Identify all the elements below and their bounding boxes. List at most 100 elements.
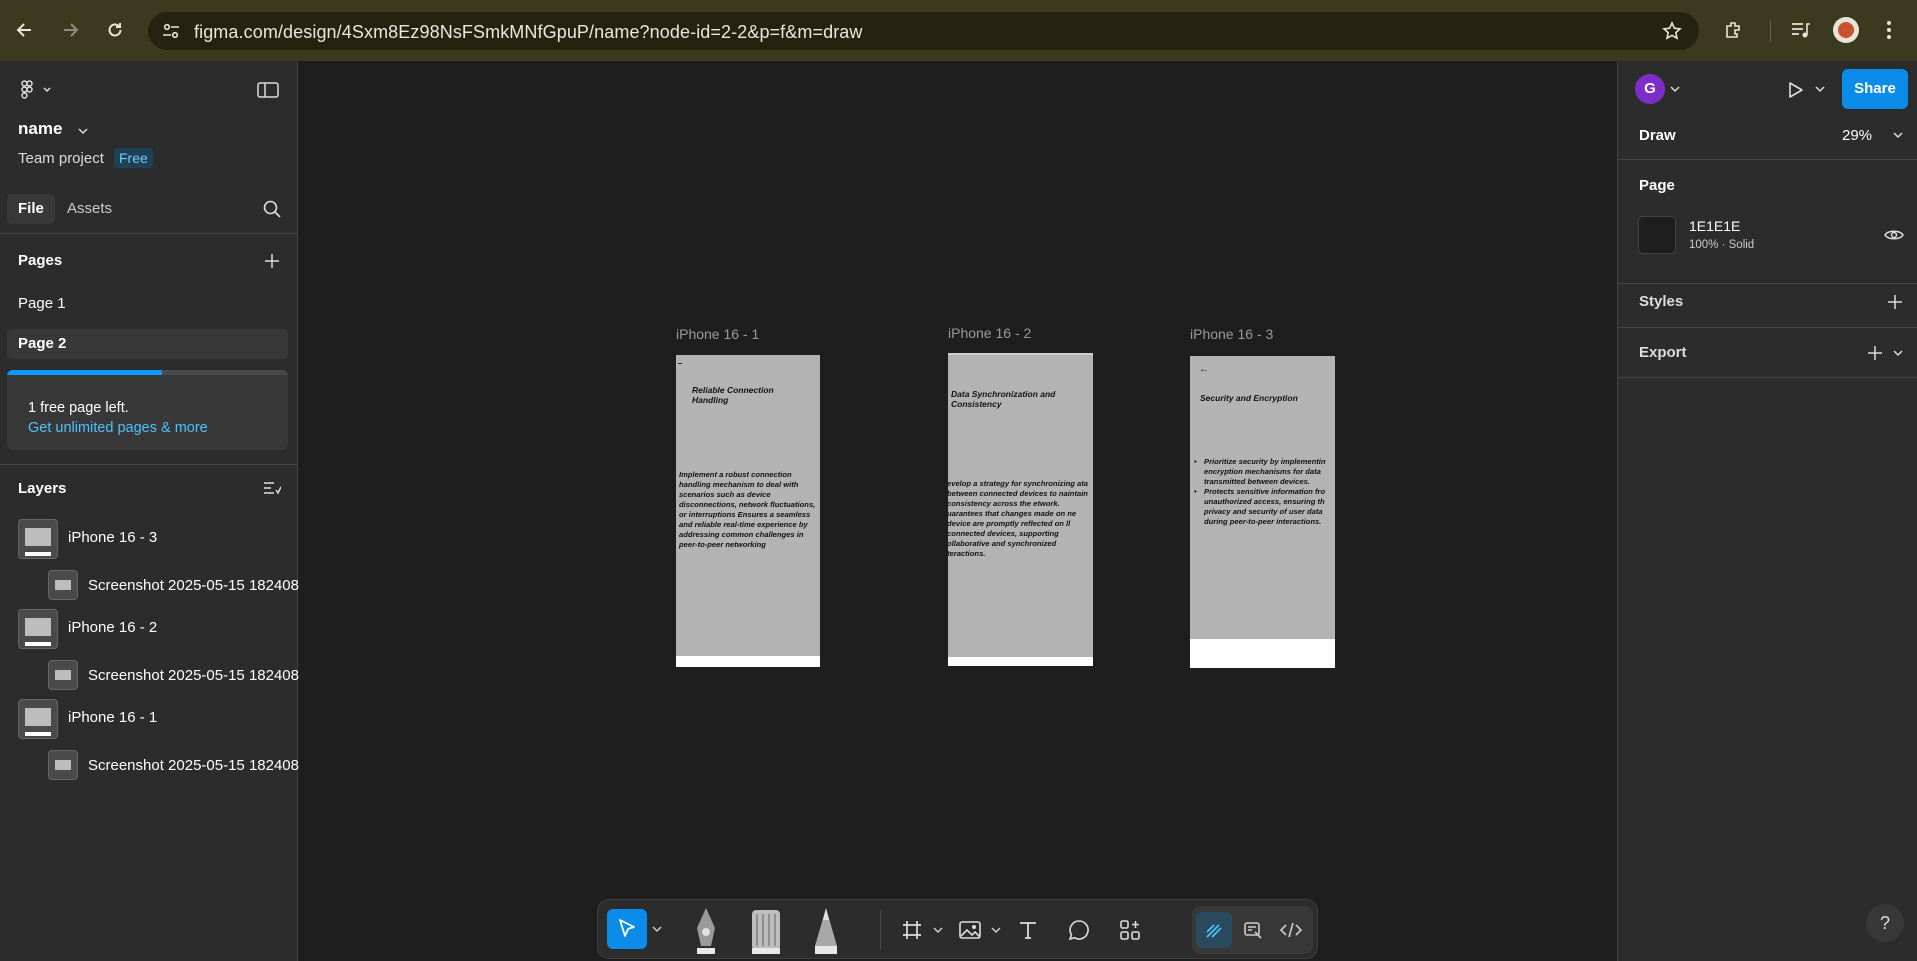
text-tool[interactable]	[1010, 912, 1046, 948]
chevron-down-icon[interactable]	[1668, 82, 1682, 96]
frame-heading: Reliable Connection Handling	[692, 385, 774, 405]
reload-icon[interactable]	[99, 14, 131, 46]
chevron-down-icon[interactable]	[990, 924, 1002, 936]
layer-label: Screenshot 2025-05-15 182408	[88, 577, 299, 594]
pencil-tool[interactable]	[808, 906, 844, 956]
upsell-text: 1 free page left.	[28, 400, 129, 416]
add-style-icon[interactable]	[1885, 292, 1905, 312]
page-color-opacity: 100% · Solid	[1689, 239, 1755, 251]
chevron-down-icon[interactable]	[1891, 346, 1905, 360]
page-color-hex[interactable]: 1E1E1E	[1689, 218, 1740, 234]
browser-menu-icon[interactable]	[1873, 14, 1905, 46]
tab-file[interactable]: File	[7, 194, 55, 224]
layer-image[interactable]: Screenshot 2025-05-15 182408	[0, 657, 299, 697]
site-settings-icon[interactable]	[160, 21, 182, 41]
frame-bullets: • Prioritize security by implementin encr…	[1192, 457, 1335, 527]
pen-tool[interactable]	[688, 906, 724, 956]
back-arrow-icon: ←	[1199, 364, 1209, 375]
frame-title[interactable]: iPhone 16 - 3	[1190, 326, 1273, 342]
page-color-swatch[interactable]	[1638, 216, 1676, 254]
panel-toggle-icon[interactable]	[255, 78, 281, 102]
layer-frame[interactable]: iPhone 16 - 1	[0, 699, 298, 739]
chevron-down-icon[interactable]	[650, 922, 664, 936]
image-tool[interactable]	[952, 912, 988, 948]
url-text[interactable]: figma.com/design/4Sxm8Ez98NsFSmkMNfGpuP/…	[194, 22, 863, 43]
frame-tool[interactable]	[894, 912, 930, 948]
layer-label: Screenshot 2025-05-15 182408	[88, 757, 299, 774]
layer-label: iPhone 16 - 3	[68, 529, 158, 546]
help-button[interactable]: ?	[1866, 904, 1904, 942]
page-section-title: Page	[1639, 177, 1675, 194]
media-control-icon[interactable]	[1784, 14, 1816, 46]
design-canvas[interactable]: iPhone 16 - 1 Reliable Connection Handli…	[299, 61, 1617, 961]
frame-thumbnail	[18, 519, 58, 559]
frame-title[interactable]: iPhone 16 - 2	[948, 325, 1031, 341]
frame-body: evelop a strategy for synchronizing ata …	[948, 479, 1088, 558]
bookmark-star-icon[interactable]	[1661, 20, 1683, 42]
plan-badge: Free	[114, 148, 153, 168]
screenshot-image[interactable]: Reliable Connection Handling Implement a…	[676, 355, 820, 656]
team-label: Team project	[18, 150, 104, 167]
add-page-icon[interactable]	[261, 250, 283, 272]
search-icon[interactable]	[261, 198, 283, 220]
browser-toolbar: figma.com/design/4Sxm8Ez98NsFSmkMNfGpuP/…	[0, 0, 1917, 61]
layer-frame[interactable]: iPhone 16 - 2	[0, 609, 298, 649]
move-tool[interactable]	[607, 909, 647, 949]
design-mode[interactable]	[1235, 912, 1271, 948]
frame-thumbnail	[18, 609, 58, 649]
eye-icon[interactable]	[1882, 224, 1906, 246]
dev-mode[interactable]	[1273, 912, 1309, 948]
add-export-icon[interactable]	[1865, 343, 1885, 363]
image-thumbnail	[48, 570, 78, 600]
pages-title: Pages	[18, 252, 63, 269]
chevron-down-icon[interactable]	[76, 124, 90, 138]
left-sidebar: name Team project Free File Assets Pages…	[0, 61, 299, 961]
phone-frame-1[interactable]: Reliable Connection Handling Implement a…	[676, 355, 820, 667]
screenshot-image[interactable]: Data Synchronization and Consistency eve…	[948, 353, 1093, 657]
forward-icon[interactable]	[54, 14, 86, 46]
export-section-title: Export	[1639, 344, 1687, 361]
file-name[interactable]: name	[18, 119, 62, 139]
page-item-1[interactable]: Page 1	[7, 289, 288, 319]
page-usage-bar	[7, 370, 162, 375]
layer-image[interactable]: Screenshot 2025-05-15 182408	[0, 747, 299, 787]
layer-label: iPhone 16 - 1	[68, 709, 158, 726]
address-bar[interactable]: figma.com/design/4Sxm8Ez98NsFSmkMNfGpuP/…	[148, 12, 1699, 50]
frame-title[interactable]: iPhone 16 - 1	[676, 326, 759, 342]
comment-tool[interactable]	[1061, 912, 1097, 948]
layer-image[interactable]: Screenshot 2025-05-15 182408	[0, 567, 299, 607]
layer-frame[interactable]: iPhone 16 - 3	[0, 519, 298, 559]
frame-thumbnail	[18, 699, 58, 739]
share-button[interactable]: Share	[1842, 69, 1908, 109]
screenshot-image[interactable]: ← Security and Encryption • Prioritize se…	[1190, 356, 1335, 639]
bullet-item: • Prioritize security by implementin encr…	[1194, 457, 1326, 486]
upsell-card: 1 free page left. Get unlimited pages & …	[7, 370, 288, 450]
tab-assets[interactable]: Assets	[67, 200, 112, 217]
image-thumbnail	[48, 660, 78, 690]
bottom-toolbar	[597, 899, 1318, 959]
phone-frame-3[interactable]: ← Security and Encryption • Prioritize se…	[1190, 356, 1335, 668]
profile-avatar-icon[interactable]	[1833, 17, 1859, 43]
present-play-icon[interactable]	[1783, 77, 1809, 103]
mode-switcher	[1192, 906, 1313, 954]
layers-filter-icon[interactable]	[261, 478, 283, 500]
frame-heading: Security and Encryption	[1200, 393, 1298, 403]
avatar[interactable]: G	[1635, 74, 1665, 104]
layer-label: iPhone 16 - 2	[68, 619, 158, 636]
chevron-down-icon[interactable]	[1813, 82, 1827, 96]
zoom-level[interactable]: 29%	[1842, 127, 1872, 144]
chevron-down-icon[interactable]	[932, 924, 944, 936]
back-icon[interactable]	[9, 14, 41, 46]
extensions-icon[interactable]	[1718, 14, 1750, 46]
frame-body: Implement a robust connection handling m…	[679, 470, 816, 549]
page-item-2[interactable]: Page 2	[7, 329, 288, 359]
draw-mode[interactable]	[1196, 912, 1232, 948]
right-sidebar: G Share Draw 29% Page 1E1E1E 100% · Soli…	[1617, 61, 1917, 961]
figma-menu-button[interactable]	[16, 78, 56, 102]
chevron-down-icon[interactable]	[1891, 128, 1905, 142]
marker-tool[interactable]	[748, 906, 784, 956]
styles-section-title: Styles	[1639, 293, 1684, 310]
upsell-link[interactable]: Get unlimited pages & more	[28, 420, 208, 436]
phone-frame-2[interactable]: Data Synchronization and Consistency eve…	[948, 353, 1093, 666]
actions-tool[interactable]	[1112, 912, 1148, 948]
